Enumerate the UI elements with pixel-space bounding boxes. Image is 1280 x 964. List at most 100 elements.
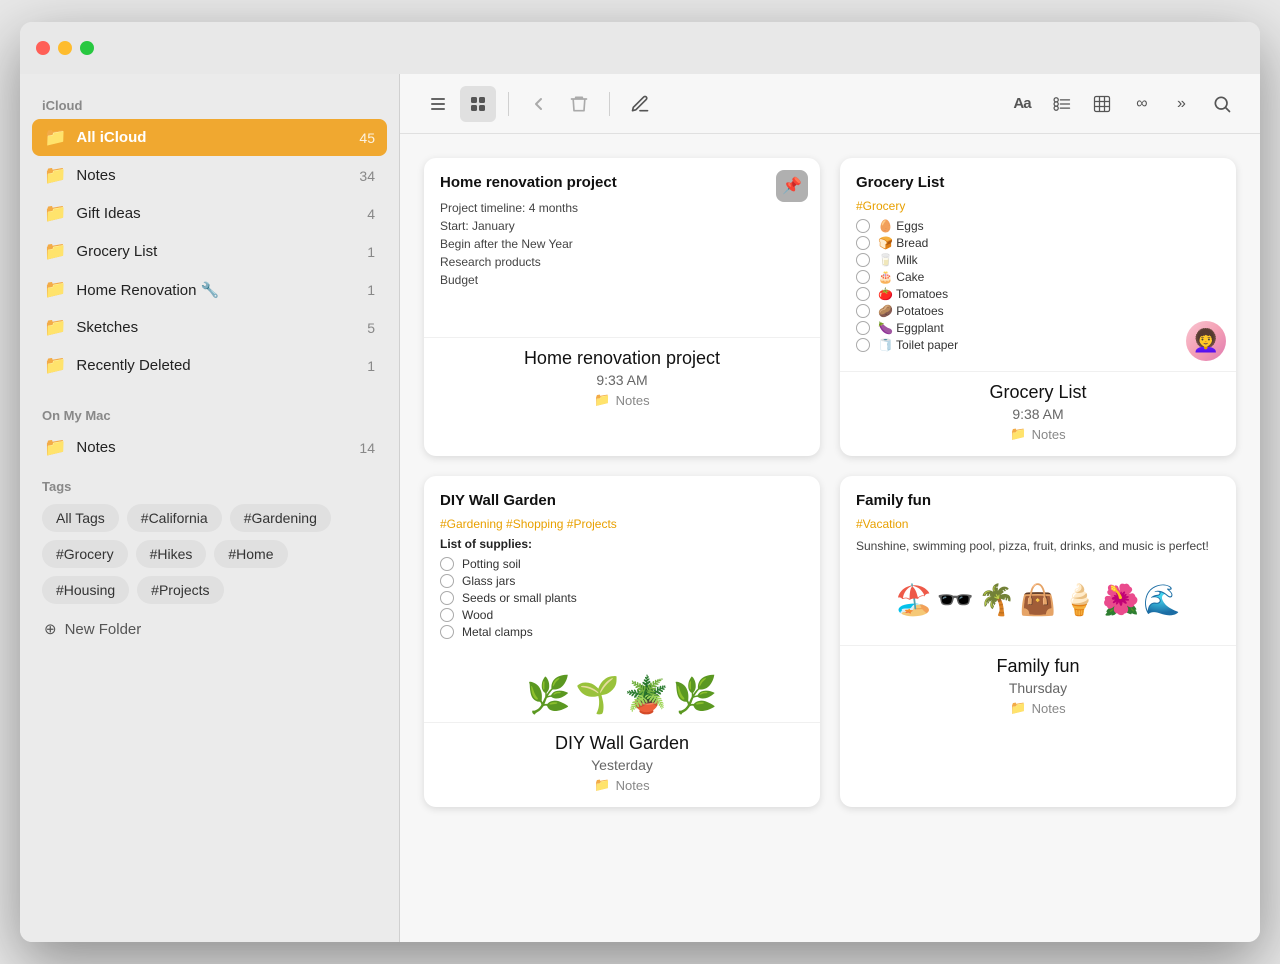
sticker-bag: 👜 xyxy=(1019,583,1056,618)
tags-section-label: Tags xyxy=(42,479,377,494)
attachments-button[interactable]: ∞ xyxy=(1124,86,1160,122)
note-card-grocery-list[interactable]: Grocery List #Grocery 🥚 Eggs 🍞 Bread 🥛 M… xyxy=(840,158,1236,456)
sidebar: iCloud 📁 All iCloud 45 📁 Notes 34 📁 Gift… xyxy=(20,74,400,942)
sidebar-item-label: Recently Deleted xyxy=(76,357,367,374)
note-tag: #Grocery xyxy=(856,199,1220,213)
search-button[interactable] xyxy=(1204,86,1240,122)
note-meta-time: 9:33 AM xyxy=(438,372,806,388)
grid-view-button[interactable] xyxy=(460,86,496,122)
note-preview-text: Sunshine, swimming pool, pizza, fruit, d… xyxy=(856,537,1220,555)
note-image-area: 🌿 🌱 🪴 🌿 xyxy=(440,642,804,722)
sidebar-item-count: 4 xyxy=(367,206,375,222)
tag-california[interactable]: #California xyxy=(127,504,222,532)
sidebar-item-home-renovation[interactable]: 📁 Home Renovation 🔧 1 xyxy=(32,271,387,308)
folder-icon: 📁 xyxy=(44,127,66,148)
sidebar-item-recently-deleted[interactable]: 📁 Recently Deleted 1 xyxy=(32,347,387,384)
main-content: iCloud 📁 All iCloud 45 📁 Notes 34 📁 Gift… xyxy=(20,74,1260,942)
back-button[interactable] xyxy=(521,86,557,122)
table-button[interactable] xyxy=(1084,86,1120,122)
minimize-button[interactable] xyxy=(58,41,72,55)
tag-all-tags[interactable]: All Tags xyxy=(42,504,119,532)
folder-icon: 📁 xyxy=(44,355,66,376)
toolbar: Aa xyxy=(400,74,1260,134)
sidebar-item-all-icloud[interactable]: 📁 All iCloud 45 xyxy=(32,119,387,156)
app-window: iCloud 📁 All iCloud 45 📁 Notes 34 📁 Gift… xyxy=(20,22,1260,942)
notes-grid: Home renovation project 📌 Project timeli… xyxy=(400,134,1260,942)
delete-button[interactable] xyxy=(561,86,597,122)
plant-emoji-2: 🌱 xyxy=(575,674,620,716)
folder-small-icon: 📁 xyxy=(594,392,610,408)
sidebar-item-label: All iCloud xyxy=(76,129,359,146)
sticker-ice-cream: 🍦 xyxy=(1061,583,1098,618)
toolbar-divider-2 xyxy=(609,92,610,116)
list-title: List of supplies: xyxy=(440,537,804,551)
sidebar-item-gift-ideas[interactable]: 📁 Gift Ideas 4 xyxy=(32,195,387,232)
folder-icon: 📁 xyxy=(44,203,66,224)
note-preview: Grocery List #Grocery 🥚 Eggs 🍞 Bread 🥛 M… xyxy=(840,158,1236,372)
toolbar-divider-1 xyxy=(508,92,509,116)
sticker-palm-tree: 🌴 xyxy=(978,583,1015,618)
note-meta-folder: 📁 Notes xyxy=(854,700,1222,716)
sidebar-item-count: 1 xyxy=(367,282,375,298)
sidebar-item-label: Gift Ideas xyxy=(76,205,367,222)
icloud-section-label: iCloud xyxy=(32,90,387,119)
format-button[interactable]: Aa xyxy=(1004,86,1040,122)
sidebar-item-count: 45 xyxy=(359,130,375,146)
folder-icon: 📁 xyxy=(44,317,66,338)
note-tag: #Gardening #Shopping #Projects xyxy=(440,517,804,531)
note-meta: DIY Wall Garden Yesterday 📁 Notes xyxy=(424,723,820,807)
tag-grocery[interactable]: #Grocery xyxy=(42,540,128,568)
sticker-flower: 🌺 xyxy=(1102,583,1139,618)
right-panel: Aa xyxy=(400,74,1260,942)
note-meta-title: Home renovation project xyxy=(438,348,806,369)
sidebar-item-count: 5 xyxy=(367,320,375,336)
sidebar-item-label: Sketches xyxy=(76,319,367,336)
note-card-home-renovation[interactable]: Home renovation project 📌 Project timeli… xyxy=(424,158,820,456)
new-folder-button[interactable]: ⊕ New Folder xyxy=(32,612,387,646)
note-checklist: Potting soil Glass jars Seeds or small p… xyxy=(440,557,804,639)
pin-icon: 📌 xyxy=(776,170,808,202)
sidebar-item-notes[interactable]: 📁 Notes 34 xyxy=(32,157,387,194)
maximize-button[interactable] xyxy=(80,41,94,55)
sticker-area: 🏖️ 🕶️ 🌴 👜 🍦 🌺 🌊 xyxy=(856,555,1220,645)
tag-home[interactable]: #Home xyxy=(214,540,287,568)
more-button[interactable]: » xyxy=(1164,86,1200,122)
note-meta-title: DIY Wall Garden xyxy=(438,733,806,754)
note-folder-name: Notes xyxy=(1032,427,1066,442)
list-view-button[interactable] xyxy=(420,86,456,122)
checklist-button[interactable] xyxy=(1044,86,1080,122)
new-folder-label: New Folder xyxy=(65,621,142,638)
note-folder-name: Notes xyxy=(1032,701,1066,716)
sidebar-item-label: Grocery List xyxy=(76,243,367,260)
folder-icon: 📁 xyxy=(44,437,66,458)
avatar-image: 👩‍🦱 xyxy=(1186,321,1226,361)
note-folder-name: Notes xyxy=(616,778,650,793)
tag-projects[interactable]: #Projects xyxy=(137,576,223,604)
note-title: DIY Wall Garden xyxy=(440,492,804,509)
compose-button[interactable] xyxy=(622,86,658,122)
sidebar-item-count: 34 xyxy=(359,168,375,184)
sidebar-item-count: 1 xyxy=(367,358,375,374)
tag-gardening[interactable]: #Gardening xyxy=(230,504,331,532)
note-tag: #Vacation xyxy=(856,517,1220,531)
sticker-wave: 🌊 xyxy=(1143,583,1180,618)
sidebar-item-sketches[interactable]: 📁 Sketches 5 xyxy=(32,309,387,346)
folder-small-icon: 📁 xyxy=(1010,700,1026,716)
note-meta: Grocery List 9:38 AM 📁 Notes xyxy=(840,372,1236,456)
tags-grid: All Tags #California #Gardening #Grocery… xyxy=(42,504,377,604)
close-button[interactable] xyxy=(36,41,50,55)
sticker-beach-ball: 🏖️ xyxy=(895,583,932,618)
traffic-lights xyxy=(36,41,94,55)
note-meta: Home renovation project 9:33 AM 📁 Notes xyxy=(424,338,820,422)
sidebar-item-label: Notes xyxy=(76,167,359,184)
note-meta-folder: 📁 Notes xyxy=(438,392,806,408)
tag-housing[interactable]: #Housing xyxy=(42,576,129,604)
note-meta-title: Grocery List xyxy=(854,382,1222,403)
note-card-diy-wall-garden[interactable]: DIY Wall Garden #Gardening #Shopping #Pr… xyxy=(424,476,820,807)
sidebar-item-grocery-list[interactable]: 📁 Grocery List 1 xyxy=(32,233,387,270)
plant-emoji-3: 🪴 xyxy=(624,674,669,716)
sidebar-item-label: Home Renovation 🔧 xyxy=(76,281,367,299)
sidebar-item-mac-notes[interactable]: 📁 Notes 14 xyxy=(32,429,387,466)
tag-hikes[interactable]: #Hikes xyxy=(136,540,207,568)
note-card-family-fun[interactable]: Family fun #Vacation Sunshine, swimming … xyxy=(840,476,1236,807)
